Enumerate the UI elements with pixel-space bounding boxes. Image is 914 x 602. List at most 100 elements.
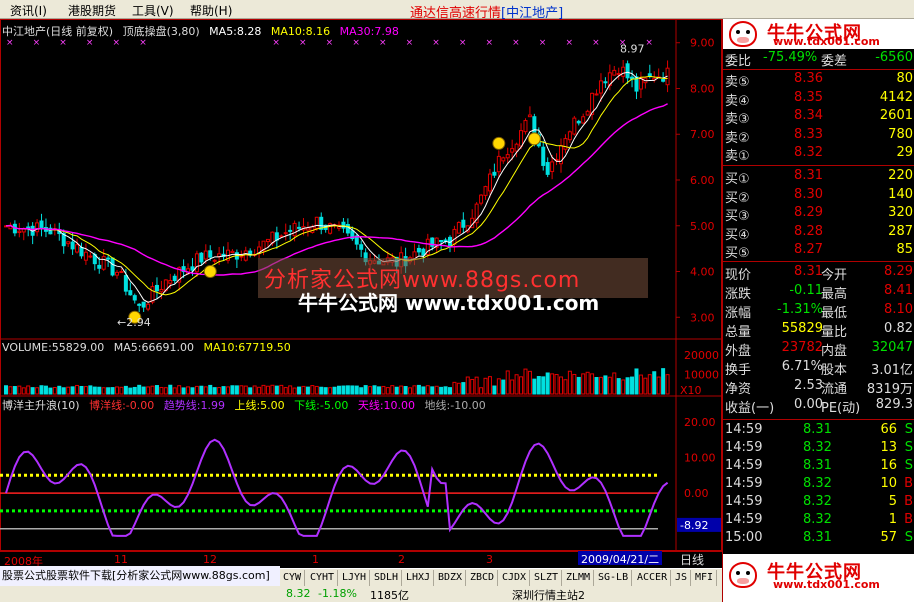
volume-bar — [226, 386, 230, 395]
volume-bar — [479, 387, 484, 395]
stat-value: 23782 — [781, 340, 823, 355]
stat-value: 8319万 — [866, 382, 913, 397]
volume-bar — [456, 382, 461, 395]
volume-bar — [643, 377, 648, 395]
watermark-tdx001: 牛牛公式网 www.tdx001.com — [298, 291, 600, 315]
candle-body — [288, 229, 293, 232]
tab-cjdx[interactable]: CJDX — [499, 570, 531, 586]
tab-js[interactable]: JS — [672, 570, 692, 586]
buy-price: 8.31 — [794, 168, 823, 183]
tab-cyht[interactable]: CYHT — [307, 570, 339, 586]
volume-bar — [26, 385, 31, 395]
buy-level-label: 买① — [725, 172, 750, 187]
stat-label: 最高 — [821, 287, 848, 302]
sell-level-label: 卖④ — [725, 93, 750, 109]
sell-volume: 780 — [888, 126, 913, 142]
tab-sdlh[interactable]: SDLH — [371, 570, 403, 586]
volume-bar — [421, 386, 426, 395]
candle-body — [97, 264, 102, 269]
menu-item-hk-futures[interactable]: 港股期货 — [68, 2, 116, 19]
tab-slzt[interactable]: SLZT — [531, 570, 563, 586]
stat-label: 流通 — [821, 382, 848, 397]
candle-body — [527, 114, 532, 118]
tab-cyw[interactable]: CYW — [280, 570, 306, 586]
date-label: 3 — [486, 553, 493, 566]
status-server[interactable]: 深圳行情主站2 — [512, 587, 585, 602]
indicator-line4: 下线:-5.00 — [294, 399, 349, 412]
candle-body — [137, 303, 142, 306]
tick-time: 14:59 — [725, 422, 763, 437]
volume-bar — [381, 385, 386, 395]
menu-item-help[interactable]: 帮助(H) — [190, 2, 232, 19]
volume-bar — [128, 387, 133, 395]
volume-bar — [66, 386, 71, 395]
candle-body — [567, 131, 572, 141]
candle-body — [208, 250, 213, 258]
signal-marker: × — [432, 38, 440, 48]
tick-row: 14:59 8.32 1 B — [723, 512, 914, 530]
menu-item-info[interactable]: 资讯(I) — [10, 2, 47, 19]
ad-ticker[interactable]: 股票公式股票软件下载[分析家公式网www.88gs.com] — [0, 566, 280, 586]
volume-bar — [576, 376, 581, 395]
volume-bar — [376, 386, 381, 395]
cow-logo-icon — [729, 21, 757, 47]
volume-bar — [39, 385, 44, 395]
volume-bar — [75, 384, 80, 395]
volume-bar — [12, 386, 17, 395]
candle-body — [79, 246, 84, 257]
candle-body — [541, 146, 546, 166]
low-price-label: ←2.94 — [117, 316, 151, 329]
buy-row: 买⑤ 8.27 85 — [723, 242, 914, 261]
volume-bar — [30, 387, 35, 395]
candle-body — [35, 222, 40, 233]
tab-zbcd[interactable]: ZBCD — [467, 570, 499, 586]
tab-zlmm[interactable]: ZLMM — [563, 570, 595, 586]
volume-bar — [83, 386, 88, 395]
candle-body — [483, 186, 488, 196]
buy-volume: 320 — [888, 205, 913, 220]
indicator-tick-label: 20.00 — [684, 416, 716, 429]
candle-body — [123, 275, 128, 292]
volume-bar — [425, 385, 430, 395]
tick-direction: S — [904, 458, 913, 473]
stat-value: 3.01亿 — [871, 363, 913, 378]
volume-bar — [208, 384, 213, 395]
volume-bar — [274, 385, 279, 395]
candle-body — [141, 301, 146, 308]
current-date-badge: 2009/04/21/二 — [578, 551, 663, 566]
tick-time: 15:00 — [725, 530, 763, 545]
volume-bar — [301, 385, 306, 395]
stat-label: 现价 — [725, 268, 752, 283]
stat-value: 8.41 — [884, 283, 913, 298]
tick-direction: B — [904, 476, 913, 491]
tick-price: 8.32 — [803, 476, 832, 491]
stat-row: 外盘 23782 内盘 32047 — [723, 340, 914, 359]
tab-bdzx[interactable]: BDZX — [435, 570, 467, 586]
volume-bar — [265, 385, 270, 395]
tab-mfi[interactable]: MFI — [692, 570, 718, 586]
volume-bar — [536, 376, 541, 395]
volume-bar — [270, 384, 275, 395]
tick-direction: B — [904, 512, 913, 527]
buy-volume: 220 — [888, 168, 913, 183]
tab-ljyh[interactable]: LJYH — [339, 570, 371, 586]
stat-value: 32047 — [871, 340, 913, 355]
candle-body — [239, 255, 244, 258]
stat-value: 55829 — [781, 321, 823, 336]
volume-bar — [57, 385, 62, 395]
tab-accer[interactable]: ACCER — [634, 570, 672, 586]
candle-body — [283, 232, 288, 235]
volume-bar — [279, 384, 284, 395]
buy-row: 买③ 8.29 320 — [723, 205, 914, 224]
volume-bar — [172, 387, 177, 395]
candle-body — [416, 247, 421, 253]
volume-tick-label: 10000 — [684, 368, 719, 381]
main-chart-header: 中江地产(日线 前复权) 顶底操盘(3,80) MA5:8.28 MA10:8.… — [2, 23, 405, 39]
tab-lhxj[interactable]: LHXJ — [403, 570, 435, 586]
tick-volume: 10 — [880, 476, 897, 491]
buy-price: 8.30 — [794, 186, 823, 202]
menu-item-tools[interactable]: 工具(V) — [132, 2, 174, 19]
period-label[interactable]: 日线 — [680, 551, 704, 568]
tab-sg-lb[interactable]: SG-LB — [595, 570, 633, 586]
volume-bar — [350, 385, 355, 395]
